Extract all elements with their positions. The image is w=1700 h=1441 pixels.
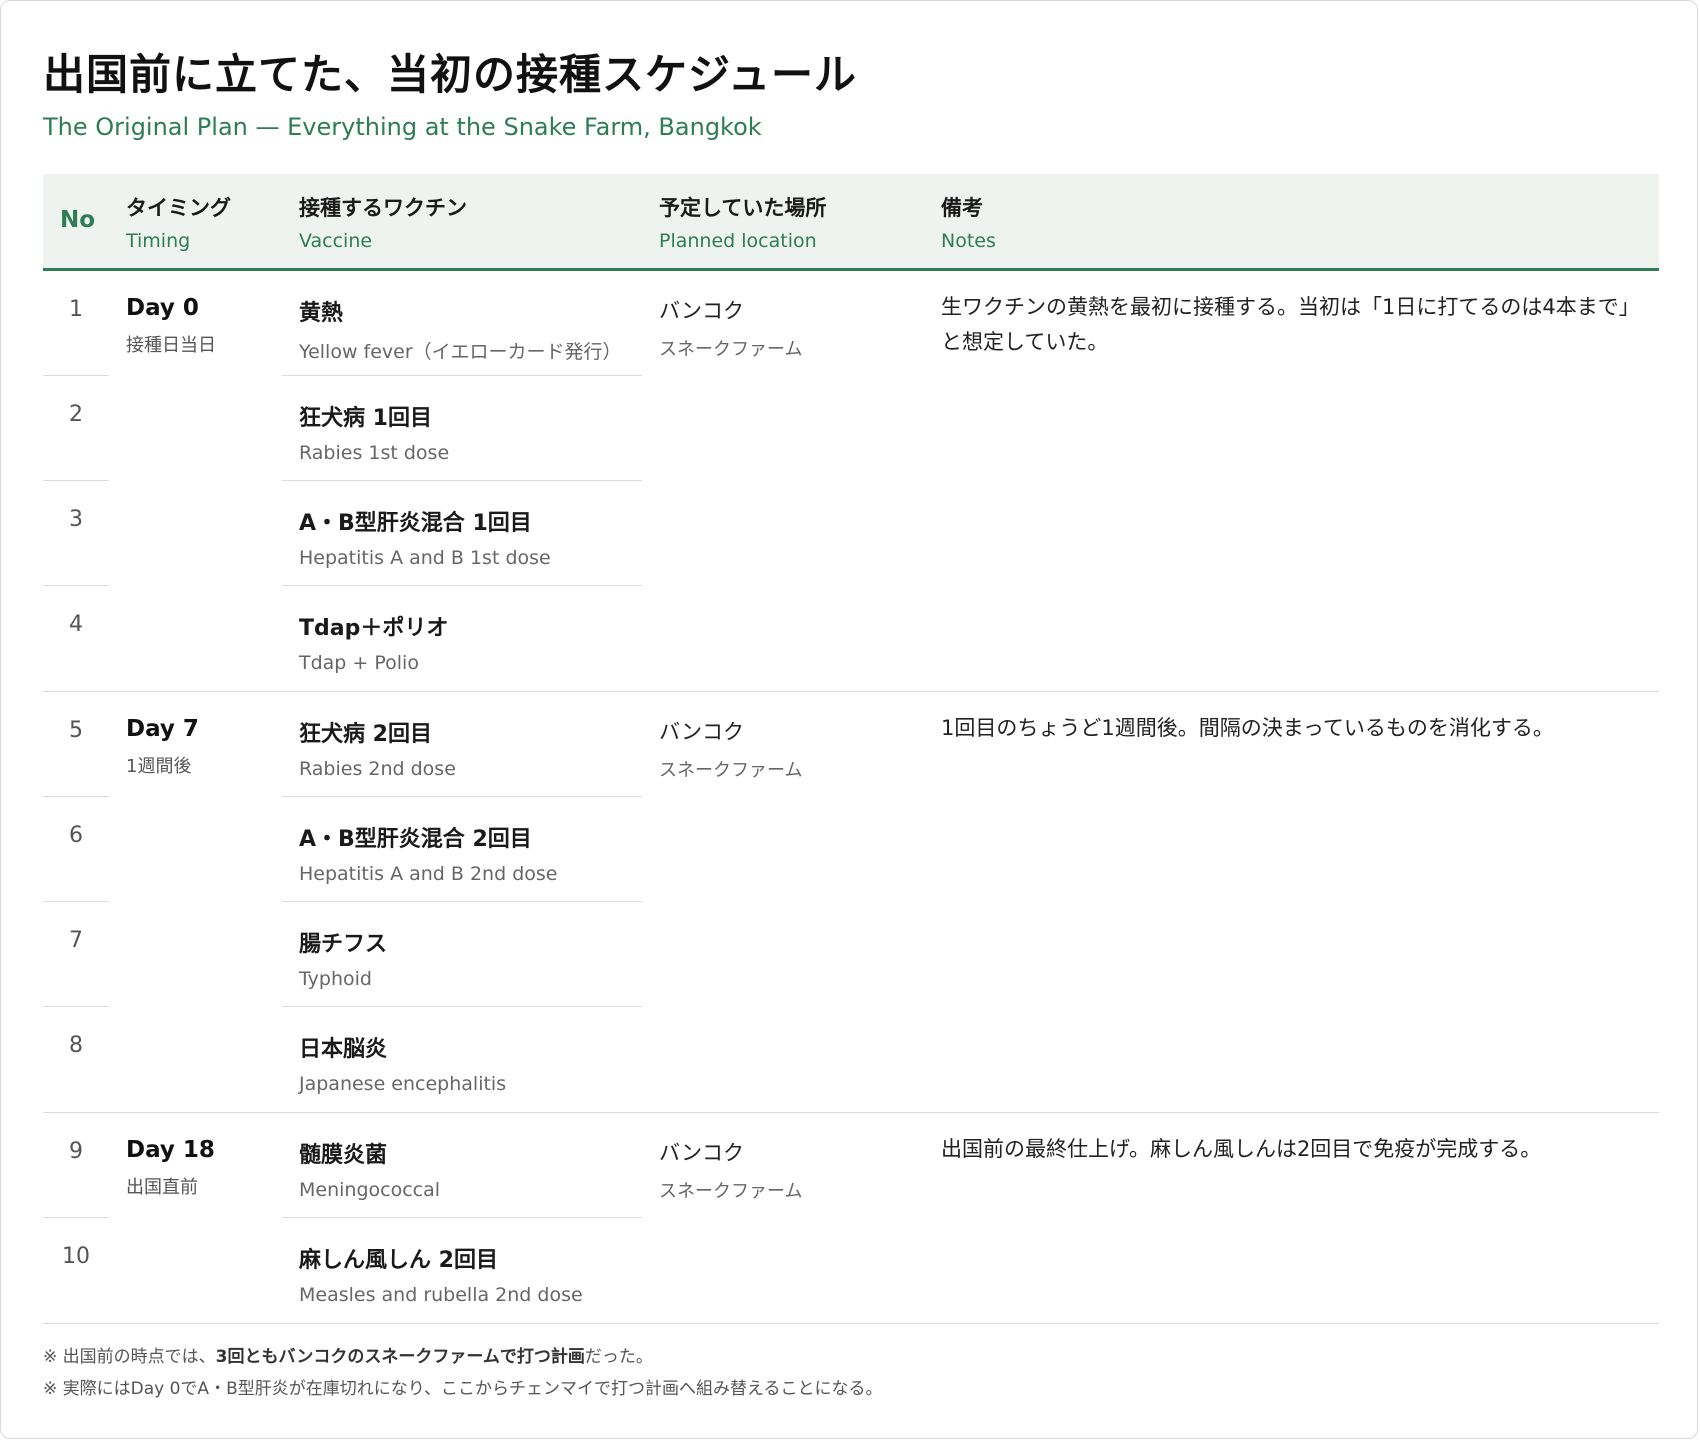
vaccine-cell: 麻しん風しん 2回目 Measles and rubella 2nd dose [299, 1242, 583, 1306]
row-number: 10 [62, 1244, 90, 1269]
table-row: 7 腸チフス Typhoid [43, 902, 1659, 1007]
row-number: 7 [69, 928, 83, 953]
header-place: 予定していた場所 Planned location [659, 192, 826, 252]
row-number: 8 [69, 1033, 83, 1058]
footnote-1-bold: 3回ともバンコクのスネークファームで打つ計画 [215, 1347, 585, 1367]
header-timing-en: Timing [126, 230, 191, 252]
vaccine-name-ja: A・B型肝炎混合 2回目 [299, 827, 532, 852]
vaccine-cell: A・B型肝炎混合 2回目 Hepatitis A and B 2nd dose [299, 821, 557, 885]
table-row: 9 髄膜炎菌 Meningococcal [43, 1113, 1659, 1218]
row-number: 6 [69, 823, 83, 848]
row-number: 3 [69, 507, 83, 532]
header-timing: タイミング Timing [126, 192, 231, 252]
vaccine-name-ja: 腸チフス [299, 932, 388, 957]
vaccine-cell: 黄熱 Yellow fever（イエローカード発行） [299, 295, 621, 364]
vaccine-name-ja: 日本脳炎 [299, 1037, 388, 1062]
header-notes-en: Notes [941, 230, 996, 252]
header-vaccine-ja: 接種するワクチン [299, 196, 467, 220]
header-timing-ja: タイミング [126, 196, 231, 220]
vaccine-name-ja: 狂犬病 2回目 [299, 722, 432, 747]
vaccine-name-en: Hepatitis A and B 1st dose [299, 547, 551, 569]
table-row: 8 日本脳炎 Japanese encephalitis [43, 1007, 1659, 1112]
header-notes-ja: 備考 [941, 196, 983, 220]
header-notes: 備考 Notes [941, 192, 996, 252]
vaccine-name-ja: 黄熱 [299, 301, 344, 326]
row-number: 1 [69, 297, 83, 322]
row-number: 9 [69, 1139, 83, 1164]
schedule-group-day18: Day 18 出国直前 バンコク スネークファーム 出国前の最終仕上げ。麻しん風… [43, 1113, 1659, 1324]
vaccine-cell: 狂犬病 1回目 Rabies 1st dose [299, 400, 449, 464]
vaccine-name-ja: 髄膜炎菌 [299, 1143, 388, 1168]
vaccine-name-en: Rabies 2nd dose [299, 758, 456, 780]
vaccine-name-ja: 麻しん風しん 2回目 [299, 1248, 498, 1273]
vaccine-name-en: Yellow fever（イエローカード発行） [299, 341, 622, 363]
header-place-ja: 予定していた場所 [659, 196, 827, 220]
header-no: No [60, 207, 96, 233]
vaccine-cell: 日本脳炎 Japanese encephalitis [299, 1031, 506, 1095]
table-row: 10 麻しん風しん 2回目 Measles and rubella 2nd do… [43, 1218, 1659, 1323]
vaccine-cell: 髄膜炎菌 Meningococcal [299, 1137, 440, 1201]
table-row: 2 狂犬病 1回目 Rabies 1st dose [43, 376, 1659, 481]
footnote-2: ※ 実際にはDay 0でA・B型肝炎が在庫切れになり、ここからチェンマイで打つ計… [43, 1379, 883, 1399]
table-row: 5 狂犬病 2回目 Rabies 2nd dose [43, 692, 1659, 797]
table-row: 6 A・B型肝炎混合 2回目 Hepatitis A and B 2nd dos… [43, 797, 1659, 902]
schedule-table: No タイミング Timing 接種するワクチン Vaccine 予定していた場… [43, 174, 1659, 1324]
vaccine-name-en: Japanese encephalitis [299, 1073, 507, 1095]
vaccine-name-en: Meningococcal [299, 1179, 441, 1201]
vaccine-name-en: Hepatitis A and B 2nd dose [299, 863, 558, 885]
vaccine-name-ja: Tdap＋ポリオ [299, 616, 449, 641]
vaccine-cell: 腸チフス Typhoid [299, 926, 387, 990]
header-vaccine-en: Vaccine [299, 230, 373, 252]
table-row: 1 黄熱 Yellow fever（イエローカード発行） [43, 271, 1659, 376]
vaccine-name-en: Tdap + Polio [299, 652, 419, 674]
schedule-group-day0: Day 0 接種日当日 バンコク スネークファーム 生ワクチンの黄熱を最初に接種… [43, 271, 1659, 692]
header-place-en: Planned location [659, 230, 817, 252]
table-header: No タイミング Timing 接種するワクチン Vaccine 予定していた場… [43, 174, 1659, 271]
page-subtitle: The Original Plan — Everything at the Sn… [43, 113, 762, 141]
footnote-1: ※ 出国前の時点では、3回ともバンコクのスネークファームで打つ計画だった。 [43, 1341, 883, 1373]
vaccine-name-ja: A・B型肝炎混合 1回目 [299, 511, 532, 536]
table-row: 4 Tdap＋ポリオ Tdap + Polio [43, 586, 1659, 691]
vaccine-name-en: Rabies 1st dose [299, 442, 450, 464]
vaccine-cell: A・B型肝炎混合 1回目 Hepatitis A and B 1st dose [299, 505, 551, 569]
schedule-card: 出国前に立てた、当初の接種スケジュール The Original Plan — … [0, 0, 1698, 1439]
vaccine-name-en: Typhoid [299, 968, 372, 990]
row-number: 2 [69, 402, 83, 427]
vaccine-name-ja: 狂犬病 1回目 [299, 406, 432, 431]
vaccine-cell: Tdap＋ポリオ Tdap + Polio [299, 610, 448, 674]
vaccine-cell: 狂犬病 2回目 Rabies 2nd dose [299, 716, 456, 780]
page-title: 出国前に立てた、当初の接種スケジュール [43, 50, 858, 99]
footnote-1-post: だった。 [584, 1347, 653, 1367]
vaccine-name-en: Measles and rubella 2nd dose [299, 1284, 583, 1306]
table-row: 3 A・B型肝炎混合 1回目 Hepatitis A and B 1st dos… [43, 481, 1659, 586]
footnote-1-pre: ※ 出国前の時点では、 [43, 1347, 216, 1367]
row-number: 4 [69, 612, 83, 637]
footnotes: ※ 出国前の時点では、3回ともバンコクのスネークファームで打つ計画だった。 ※ … [43, 1341, 883, 1405]
header-vaccine: 接種するワクチン Vaccine [299, 192, 467, 252]
schedule-group-day7: Day 7 1週間後 バンコク スネークファーム 1回目のちょうど1週間後。間隔… [43, 692, 1659, 1113]
row-number: 5 [69, 718, 83, 743]
